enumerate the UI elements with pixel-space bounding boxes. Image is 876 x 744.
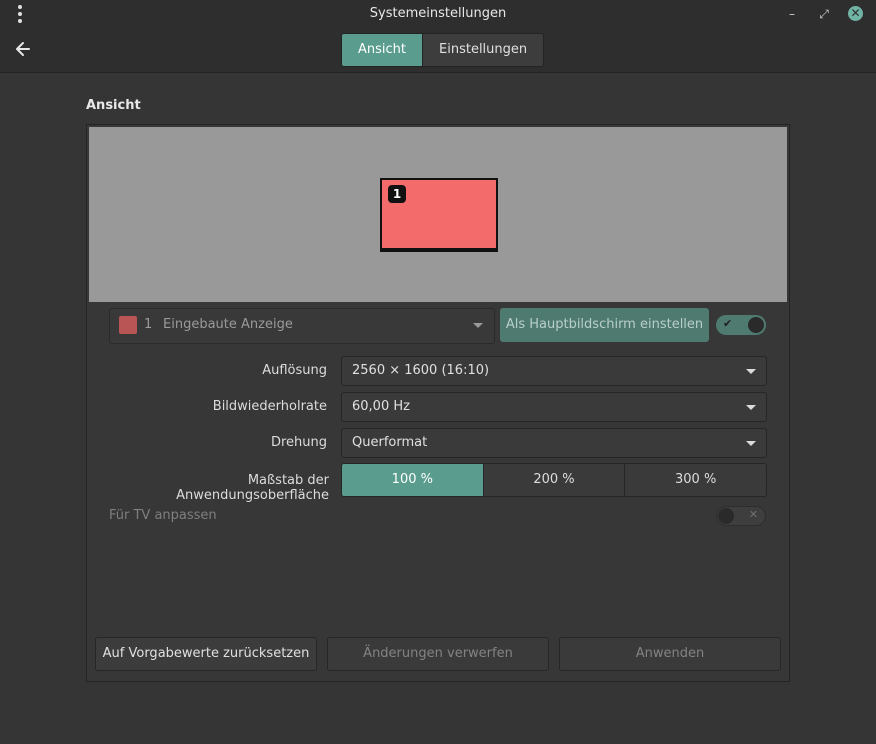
discard-changes-button[interactable]: Änderungen verwerfen	[327, 637, 549, 671]
tv-fit-label: Für TV anpassen	[109, 508, 217, 523]
apply-button[interactable]: Anwenden	[559, 637, 781, 671]
refresh-rate-select[interactable]: 60,00 Hz	[341, 392, 767, 422]
resolution-select[interactable]: 2560 × 1600 (16:10)	[341, 356, 767, 386]
scale-option-100[interactable]: 100 %	[342, 464, 483, 496]
x-icon: ✕	[748, 508, 758, 521]
rotation-value: Querformat	[352, 435, 428, 450]
display-select[interactable]: 1 Eingebaute Anzeige	[109, 308, 495, 344]
back-arrow-icon[interactable]	[12, 38, 34, 60]
rotation-label: Drehung	[270, 435, 327, 450]
refresh-rate-label: Bildwiederholrate	[212, 399, 327, 414]
scale-option-200[interactable]: 200 %	[482, 464, 625, 496]
monitor-number-badge: 1	[388, 185, 406, 203]
toggle-knob	[748, 317, 764, 333]
display-color-swatch	[119, 316, 137, 334]
check-icon: ✔	[723, 317, 733, 330]
chevron-down-icon	[746, 405, 756, 410]
scale-selector: 100 % 200 % 300 %	[341, 463, 767, 497]
section-title: Ansicht	[86, 98, 141, 113]
tab-ansicht[interactable]: Ansicht	[342, 34, 423, 66]
display-enabled-toggle[interactable]: ✔	[716, 315, 766, 335]
close-icon[interactable]: ✕	[848, 6, 863, 21]
title-bar: Systemeinstellungen – ⤢ ✕ Ansicht Einste…	[0, 0, 876, 73]
tab-einstellungen[interactable]: Einstellungen	[422, 34, 544, 66]
maximize-icon[interactable]: ⤢	[818, 6, 830, 22]
refresh-rate-value: 60,00 Hz	[352, 399, 410, 414]
resolution-label: Auflösung	[262, 363, 327, 378]
set-primary-button[interactable]: Als Hauptbildschirm einstellen	[500, 308, 709, 342]
scale-label: Maßstab der Anwendungsoberfläche	[176, 473, 329, 503]
reset-defaults-button[interactable]: Auf Vorgabewerte zurücksetzen	[95, 637, 317, 671]
resolution-value: 2560 × 1600 (16:10)	[352, 363, 490, 378]
rotation-select[interactable]: Querformat	[341, 428, 767, 458]
display-panel: 1 1 Eingebaute Anzeige Als Hauptbildschi…	[86, 124, 790, 682]
toggle-knob	[718, 508, 734, 524]
display-name: Eingebaute Anzeige	[163, 317, 293, 332]
display-number: 1	[144, 317, 153, 332]
chevron-down-icon	[746, 441, 756, 446]
chevron-down-icon	[473, 323, 483, 328]
display-arrangement-preview: 1	[89, 127, 787, 302]
monitor-preview[interactable]: 1	[380, 178, 498, 252]
minimize-icon[interactable]: –	[786, 6, 798, 22]
tv-fit-toggle[interactable]: ✕	[716, 506, 766, 526]
scale-option-300[interactable]: 300 %	[624, 464, 766, 496]
chevron-down-icon	[746, 369, 756, 374]
view-tabs: Ansicht Einstellungen	[341, 33, 545, 67]
window-title: Systemeinstellungen	[369, 6, 507, 21]
